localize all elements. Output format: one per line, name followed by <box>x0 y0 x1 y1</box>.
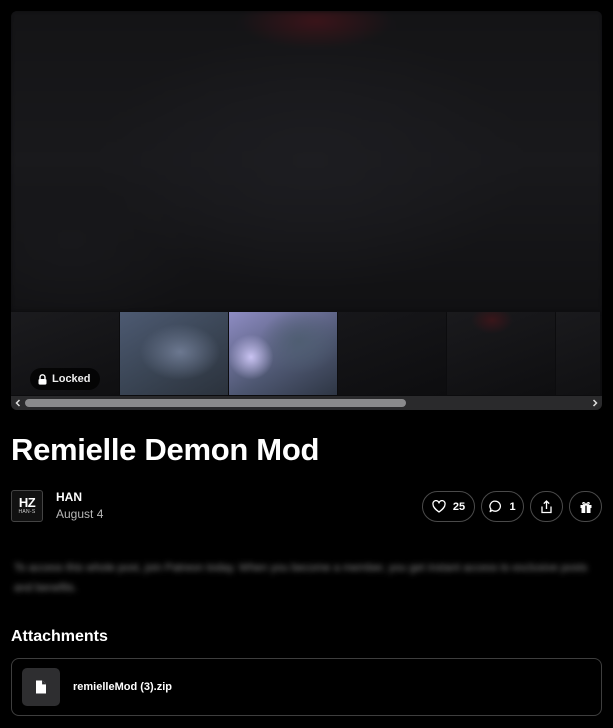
like-count: 25 <box>452 500 466 513</box>
lock-icon <box>38 373 47 385</box>
attachment-item[interactable]: remielleMod (3).zip <box>11 658 602 716</box>
avatar[interactable]: HZ HAN-S <box>11 490 43 522</box>
thumbnail-1[interactable]: Locked <box>11 312 119 395</box>
post-title: Remielle Demon Mod <box>11 432 320 467</box>
scrollbar-thumb[interactable] <box>25 399 406 407</box>
locked-label: Locked <box>52 373 91 385</box>
like-button[interactable]: 25 <box>422 491 475 522</box>
comment-count: 1 <box>509 500 516 513</box>
thumbnail-6[interactable] <box>556 312 600 395</box>
comment-button[interactable]: 1 <box>481 491 524 522</box>
comment-icon <box>489 500 502 513</box>
gift-icon <box>579 500 593 514</box>
post-date: August 4 <box>56 507 104 521</box>
chevron-left-icon[interactable] <box>11 396 25 410</box>
avatar-logo-text: HZ <box>18 495 36 510</box>
chevron-right-icon[interactable] <box>588 396 602 410</box>
thumbnail-2[interactable] <box>120 312 228 395</box>
share-icon <box>540 499 553 514</box>
gift-button[interactable] <box>569 491 602 522</box>
thumbnail-scrollbar[interactable] <box>11 396 602 410</box>
avatar-logo-subtext: HAN-S <box>18 509 36 515</box>
heart-icon <box>432 500 446 513</box>
author-block: HZ HAN-S HAN August 4 <box>11 490 103 522</box>
attachments-heading: Attachments <box>11 628 108 645</box>
thumbnail-strip: Locked <box>11 312 602 395</box>
file-icon <box>22 668 60 706</box>
attachment-filename[interactable]: remielleMod (3).zip <box>73 681 172 693</box>
locked-teaser-text: To access this whole post, join Patreon … <box>14 562 588 594</box>
author-name[interactable]: HAN <box>56 490 103 504</box>
post-actions: 25 1 <box>422 491 602 522</box>
share-button[interactable] <box>530 491 563 522</box>
thumbnail-4[interactable] <box>338 312 446 395</box>
thumbnail-3[interactable] <box>229 312 337 395</box>
main-image-blurred[interactable] <box>11 11 602 311</box>
thumbnail-5[interactable] <box>447 312 555 395</box>
image-gallery: Locked <box>11 11 602 410</box>
locked-badge: Locked <box>30 368 100 390</box>
